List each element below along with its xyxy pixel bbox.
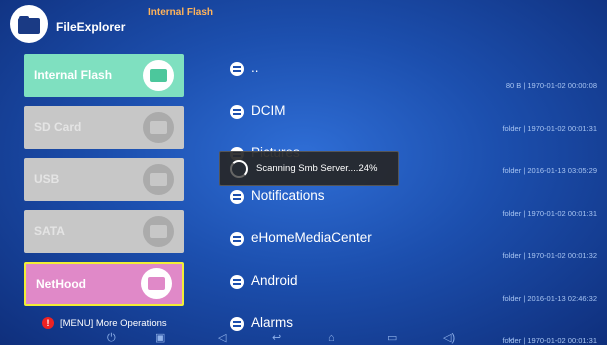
file-name: Alarms <box>251 315 294 330</box>
sidebar-item-sata[interactable]: SATA <box>24 210 184 253</box>
folder-item-icon <box>230 232 244 246</box>
home-icon[interactable]: ⌂ <box>328 331 335 345</box>
sidebar-item-label: Internal Flash <box>34 68 113 82</box>
file-name: eHomeMediaCenter <box>251 230 372 245</box>
sidebar-item-label: SD Card <box>34 120 82 134</box>
file-row-ehomemediacenter[interactable]: eHomeMediaCenter folder | 1970-01-02 00:… <box>214 224 607 267</box>
scanning-text: Scanning Smb Server....24% <box>256 163 378 174</box>
file-name: DCIM <box>251 102 286 118</box>
sidebar-item-label: SATA <box>34 224 65 238</box>
sidebar-item-sd-card[interactable]: SD Card <box>24 106 184 149</box>
sidebar-item-internal-flash[interactable]: Internal Flash <box>24 54 184 97</box>
folder-item-icon <box>230 189 244 204</box>
warning-icon: ! <box>42 317 54 329</box>
file-row-android[interactable]: Android folder | 2016-01-13 02:46:32 <box>214 267 607 310</box>
flash-chip-icon <box>143 60 174 91</box>
network-icon <box>141 268 172 299</box>
menu-hint-text: [MENU] More Operations <box>60 317 167 329</box>
recent-apps-icon[interactable]: ▭ <box>387 331 397 345</box>
sata-icon <box>143 216 174 247</box>
file-meta: folder | 1970-01-02 00:01:31 <box>502 123 597 133</box>
file-meta: 80 B | 1970-01-02 00:00:08 <box>505 81 597 90</box>
folder-item-icon <box>230 317 244 331</box>
app-header: FileExplorer Internal Flash <box>0 0 607 44</box>
sidebar-item-label: NetHood <box>36 277 86 291</box>
file-row-notifications[interactable]: Notifications folder | 1970-01-02 00:01:… <box>214 182 607 225</box>
scanning-toast: Scanning Smb Server....24% <box>219 151 399 186</box>
file-meta: folder | 2016-01-13 03:05:29 <box>502 166 597 175</box>
sidebar-item-label: USB <box>34 172 60 186</box>
file-meta: folder | 1970-01-02 00:01:32 <box>502 251 597 260</box>
file-row-parent[interactable]: .. 80 B | 1970-01-02 00:00:08 <box>214 54 607 97</box>
back-icon[interactable]: ↩ <box>272 331 281 345</box>
volume-up-icon[interactable]: ◁) <box>443 331 455 345</box>
folder-item-icon <box>230 62 244 76</box>
file-meta: folder | 2016-01-13 02:46:32 <box>502 293 597 303</box>
sd-card-icon <box>143 112 174 143</box>
power-icon[interactable]: ⏻ <box>107 331 116 345</box>
folder-item-icon <box>230 274 244 289</box>
file-row-dcim[interactable]: DCIM folder | 1970-01-02 00:01:31 <box>214 97 607 140</box>
folder-icon <box>10 5 48 43</box>
sidebar-item-nethood[interactable]: NetHood <box>24 262 184 306</box>
volume-down-icon[interactable]: ◁ <box>218 331 226 345</box>
system-navbar: ⏻ ▣ ◁ ↩ ⌂ ▭ ◁) ⌄ <box>0 331 607 345</box>
folder-item-icon <box>230 104 244 119</box>
sidebar-item-usb[interactable]: USB <box>24 158 184 201</box>
storage-sidebar: Internal Flash SD Card USB SATA NetHood <box>24 54 186 315</box>
app-title: FileExplorer <box>56 20 126 34</box>
menu-hint: ! [MENU] More Operations <box>42 317 167 329</box>
screenshot-icon[interactable]: ▣ <box>155 331 165 345</box>
loading-spinner-icon <box>230 159 248 178</box>
file-name: Notifications <box>251 187 325 203</box>
menu-chevron-icon[interactable]: ⌄ <box>506 331 515 345</box>
file-name: .. <box>251 60 259 75</box>
file-meta: folder | 1970-01-02 00:01:31 <box>502 208 597 218</box>
breadcrumb: Internal Flash <box>148 7 214 18</box>
file-name: Android <box>251 272 298 288</box>
file-list: .. 80 B | 1970-01-02 00:00:08 DCIM folde… <box>214 54 607 345</box>
usb-icon <box>143 164 174 195</box>
